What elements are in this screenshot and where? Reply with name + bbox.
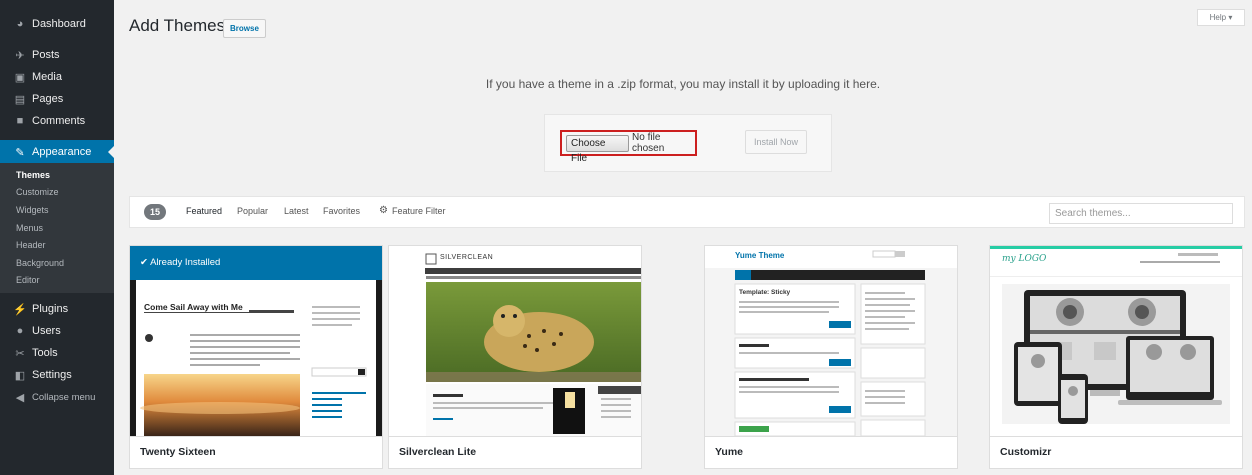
search-themes-input[interactable]: [1049, 203, 1233, 224]
submenu-customize[interactable]: Customize: [16, 184, 59, 201]
menu-label: Pages: [32, 93, 64, 105]
preview-logo: Yume Theme: [735, 251, 785, 260]
appearance-submenu: Themes Customize Widgets Menus Header Ba…: [0, 163, 114, 293]
tab-popular[interactable]: Popular: [237, 206, 268, 216]
preview-logo: SILVERCLEAN: [440, 254, 494, 261]
tab-featured[interactable]: Featured: [186, 206, 222, 216]
customizr-preview: [990, 246, 1242, 436]
yume-preview: [705, 246, 957, 436]
collapse-menu[interactable]: ◀ Collapse menu: [0, 386, 114, 408]
dashboard-icon: ◕: [16, 18, 24, 30]
preview-logo: my LOGO: [1002, 254, 1047, 264]
tab-latest[interactable]: Latest: [284, 206, 309, 216]
theme-name: Silverclean Lite: [389, 436, 641, 468]
pin-icon: ✈: [15, 49, 25, 62]
menu-label: Appearance: [32, 146, 92, 158]
tab-favorites[interactable]: Favorites: [323, 206, 360, 216]
upload-instructions: If you have a theme in a .zip format, yo…: [485, 77, 881, 91]
menu-label: Tools: [32, 347, 58, 359]
menu-label: Users: [32, 325, 61, 337]
collapse-icon: ◀: [15, 391, 25, 404]
submenu-background[interactable]: Background: [16, 255, 64, 272]
plugins-icon: ⚡: [13, 303, 27, 316]
menu-item-users[interactable]: ● Users: [0, 320, 114, 342]
preview-heading: Template: Sticky: [739, 289, 791, 296]
settings-icon: ◧: [14, 369, 26, 382]
theme-name: Customizr: [990, 436, 1242, 468]
theme-screenshot[interactable]: Yume Theme Template: Sticky: [705, 246, 957, 436]
menu-item-plugins[interactable]: ⚡ Plugins: [0, 298, 114, 320]
comments-icon: ■: [16, 115, 24, 127]
theme-screenshot[interactable]: ✔ Already Installed Come Sail Away with …: [130, 246, 382, 436]
menu-label: Posts: [32, 49, 60, 61]
tools-icon: ✂: [15, 347, 25, 360]
theme-screenshot[interactable]: my LOGO: [990, 246, 1242, 436]
theme-card-twenty-sixteen[interactable]: ✔ Already Installed Come Sail Away with …: [129, 245, 383, 469]
submenu-header[interactable]: Header: [16, 237, 46, 254]
choose-file-button[interactable]: Choose File: [566, 134, 630, 164]
menu-item-pages[interactable]: ▤ Pages: [0, 88, 114, 110]
pages-icon: ▤: [14, 93, 26, 106]
submenu-editor[interactable]: Editor: [16, 272, 40, 289]
menu-label: Collapse menu: [32, 391, 96, 403]
file-status: No file chosen: [632, 132, 665, 154]
help-tab[interactable]: Help ▾: [1197, 9, 1245, 26]
upload-form: Choose File No file chosen Install Now: [544, 114, 832, 172]
submenu-themes[interactable]: Themes: [16, 167, 50, 184]
theme-card-customizr[interactable]: my LOGO Customizr: [989, 245, 1243, 469]
theme-name: Yume: [705, 436, 957, 468]
menu-item-comments[interactable]: ■ Comments: [0, 110, 114, 132]
browse-button[interactable]: Browse: [223, 19, 266, 38]
admin-sidebar: ◕ Dashboard ✈ Posts ▣ Media ▤ Pages ■ Comment…: [0, 0, 114, 475]
theme-screenshot[interactable]: SILVERCLEAN: [389, 246, 641, 436]
menu-label: Settings: [32, 369, 72, 381]
file-input[interactable]: Choose File No file chosen: [560, 130, 697, 164]
theme-filter-bar: 15 Featured Popular Latest Favorites ⚙ F…: [129, 196, 1245, 228]
submenu-widgets[interactable]: Widgets: [16, 202, 49, 219]
menu-label: Comments: [32, 115, 86, 127]
theme-count-badge: 15: [144, 204, 166, 220]
theme-card-silverclean-lite[interactable]: SILVERCLEAN Silverclean Lite: [388, 245, 642, 469]
page-title: Add Themes: [129, 16, 226, 35]
menu-item-posts[interactable]: ✈ Posts: [0, 44, 114, 66]
preview-heading: Come Sail Away with Me: [144, 302, 249, 312]
silverclean-preview: [389, 246, 641, 436]
menu-item-dashboard[interactable]: ◕ Dashboard: [0, 13, 114, 35]
theme-card-yume[interactable]: Yume Theme Template: Sticky Yume: [704, 245, 958, 469]
users-icon: ●: [16, 325, 24, 337]
theme-name: Twenty Sixteen: [130, 436, 382, 468]
feature-filter-button[interactable]: Feature Filter: [392, 206, 446, 216]
menu-item-appearance[interactable]: ✎ Appearance: [0, 140, 114, 164]
gear-icon: ⚙: [379, 205, 388, 216]
menu-item-settings[interactable]: ◧ Settings: [0, 364, 114, 386]
appearance-icon: ✎: [15, 146, 25, 159]
menu-label: Plugins: [32, 303, 69, 315]
menu-item-tools[interactable]: ✂ Tools: [0, 342, 114, 364]
already-installed-banner: ✔ Already Installed: [130, 246, 382, 280]
install-now-button[interactable]: Install Now: [745, 130, 807, 154]
menu-label: Dashboard: [32, 18, 86, 30]
submenu-menus[interactable]: Menus: [16, 220, 43, 237]
